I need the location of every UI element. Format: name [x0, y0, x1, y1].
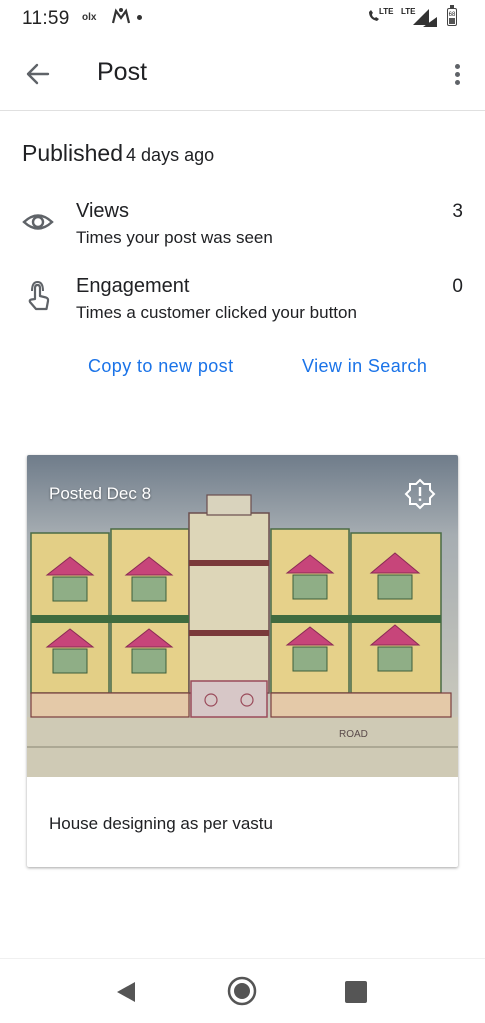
battery-level: 68	[448, 12, 456, 18]
views-subtitle: Times your post was seen	[76, 228, 273, 247]
app-bar: Post	[0, 36, 485, 111]
app-notification-icon	[111, 8, 131, 24]
status-icons: LTE LTE 68	[367, 5, 457, 29]
published-ago: 4 days ago	[126, 145, 215, 165]
engagement-row: Engagement Times a customer clicked your…	[0, 275, 485, 331]
more-options-button[interactable]	[443, 56, 471, 92]
arrow-back-icon	[26, 63, 50, 85]
views-row: Views Times your post was seen 3	[0, 200, 485, 256]
battery-icon: 68	[447, 5, 457, 26]
published-label: Published	[22, 140, 124, 166]
nav-home-icon[interactable]	[226, 975, 258, 1007]
lte-label-1: LTE	[379, 7, 394, 16]
back-button[interactable]	[18, 56, 58, 92]
alert-badge-icon[interactable]	[404, 478, 436, 510]
nav-back-icon[interactable]	[113, 979, 139, 1005]
more-vert-icon	[455, 64, 460, 69]
touch-icon	[28, 280, 50, 311]
view-in-search-link[interactable]: View in Search	[302, 356, 427, 377]
notification-dot	[137, 15, 142, 20]
views-title: Views	[76, 200, 129, 222]
nav-recents-icon[interactable]	[345, 981, 367, 1003]
eye-icon	[22, 214, 54, 230]
posted-date: Posted Dec 8	[49, 484, 152, 503]
published-status: Published 4 days ago	[22, 140, 214, 167]
post-text: House designing as per vastu	[49, 814, 273, 833]
views-value: 3	[452, 201, 463, 222]
post-card[interactable]: ROAD Posted Dec 8 House designing as per…	[27, 455, 458, 867]
engagement-value: 0	[452, 276, 463, 297]
engagement-subtitle: Times a customer clicked your button	[76, 303, 357, 322]
copy-to-new-post-link[interactable]: Copy to new post	[88, 356, 233, 377]
status-bar: 11:59 olx LTE LTE 68	[0, 0, 485, 36]
olx-notification-icon: olx	[82, 12, 97, 23]
page-title: Post	[97, 58, 148, 86]
road-caption: ROAD	[339, 729, 368, 740]
signal-icon-2	[423, 17, 437, 27]
status-time: 11:59	[22, 8, 70, 29]
engagement-title: Engagement	[76, 275, 190, 297]
system-nav-bar	[0, 958, 485, 1023]
